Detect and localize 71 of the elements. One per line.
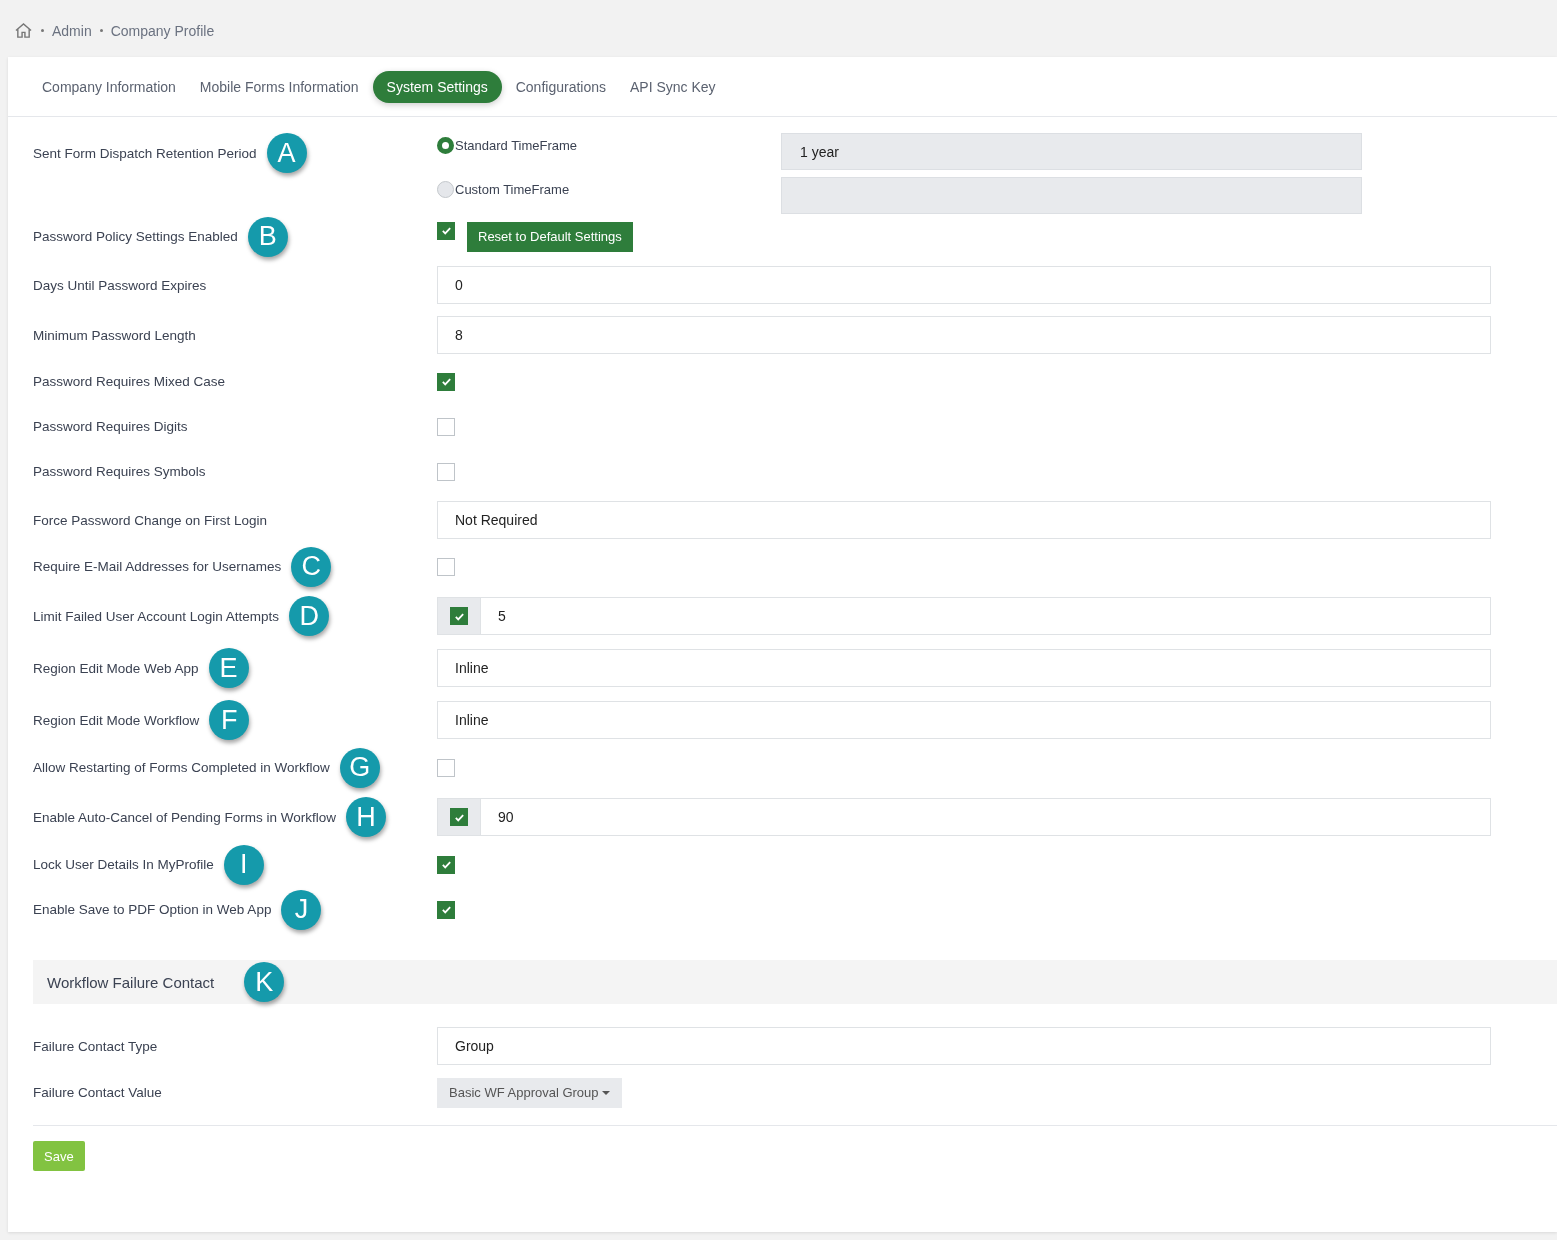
check-icon	[440, 376, 452, 387]
input-value: 90	[497, 808, 514, 827]
input-field[interactable]: 1 year	[781, 133, 1362, 170]
setting-label: Password Policy Settings Enabled	[33, 229, 238, 244]
setting-label: Failure Contact Value	[33, 1085, 162, 1100]
input-field[interactable]: 0	[437, 266, 1491, 304]
letter-marker: D	[289, 596, 330, 636]
checkbox[interactable]	[437, 557, 455, 576]
input-field[interactable]: Group	[437, 1027, 1491, 1065]
checkbox[interactable]	[437, 417, 455, 436]
letter-marker: B	[247, 216, 288, 257]
setting-label: Force Password Change on First Login	[33, 512, 268, 528]
check-icon	[440, 859, 452, 870]
caret-icon	[601, 1090, 610, 1095]
setting-label: Sent Form Dispatch Retention Period	[33, 145, 257, 161]
checkbox[interactable]	[450, 808, 468, 826]
tab[interactable]: API Sync Key	[620, 70, 726, 103]
breadcrumb-link[interactable]: Admin	[52, 22, 92, 39]
input-field[interactable]: Not Required	[437, 501, 1491, 539]
setting-label: Limit Failed User Account Login Attempts	[33, 608, 280, 624]
letter-marker: J	[281, 889, 322, 930]
option-label: Standard TimeFrame	[455, 138, 578, 153]
checkbox[interactable]	[437, 900, 455, 919]
letter-marker: I	[223, 844, 264, 885]
radio-button[interactable]	[437, 181, 454, 198]
input-field[interactable]	[781, 177, 1362, 214]
setting-label: Minimum Password Length	[33, 327, 196, 343]
setting-label: Require E-Mail Addresses for Usernames	[33, 559, 282, 574]
checkbox[interactable]	[437, 758, 455, 777]
letter-marker: E	[208, 648, 249, 688]
letter-marker: A	[266, 133, 307, 173]
input-value: 5	[497, 607, 506, 626]
checkbox[interactable]	[437, 372, 455, 391]
letter-marker: G	[339, 747, 380, 788]
input-field[interactable]: Inline	[437, 701, 1491, 739]
checkbox[interactable]	[437, 221, 455, 240]
setting-label: Failure Contact Type	[33, 1038, 158, 1054]
checkbox[interactable]	[450, 607, 468, 625]
check-icon	[440, 225, 452, 236]
setting-label: Allow Restarting of Forms Completed in Workflow	[33, 760, 330, 775]
breadcrumb-link[interactable]: Company Profile	[110, 22, 215, 39]
home-icon[interactable]	[14, 22, 33, 39]
option-label: Custom TimeFrame	[455, 182, 570, 197]
letter-marker: F	[209, 700, 250, 740]
checkbox[interactable]	[437, 462, 455, 481]
dropdown-button[interactable]: Basic WF Approval Group	[437, 1077, 622, 1108]
letter-marker: H	[345, 797, 386, 837]
tab[interactable]: Mobile Forms Information	[189, 70, 369, 103]
setting-label: Password Requires Symbols	[33, 464, 206, 479]
checkbox[interactable]	[437, 855, 455, 874]
input-group[interactable]: 5	[437, 597, 1491, 635]
letter-marker: K	[244, 962, 285, 1002]
setting-label: Password Requires Mixed Case	[33, 374, 226, 389]
tab[interactable]: System Settings	[372, 70, 502, 103]
setting-label: Password Requires Digits	[33, 419, 188, 434]
setting-label: Days Until Password Expires	[33, 277, 207, 293]
reset-button[interactable]: Reset to Default Settings	[467, 221, 633, 252]
check-icon	[440, 904, 452, 915]
tab[interactable]: Configurations	[505, 70, 616, 103]
input-field[interactable]: Inline	[437, 649, 1491, 687]
setting-label: Region Edit Mode Workflow	[33, 712, 200, 728]
setting-label: Lock User Details In MyProfile	[33, 857, 214, 872]
input-field[interactable]: 8	[437, 316, 1491, 354]
tab[interactable]: Company Information	[32, 70, 186, 103]
radio-button[interactable]	[437, 137, 454, 154]
input-group[interactable]: 90	[437, 798, 1491, 836]
setting-label: Enable Auto-Cancel of Pending Forms in Workflow	[33, 809, 336, 825]
letter-marker: C	[291, 546, 332, 587]
setting-label: Region Edit Mode Web App	[33, 660, 199, 676]
setting-label: Enable Save to PDF Option in Web App	[33, 902, 272, 917]
section-title: Workflow Failure Contact	[47, 973, 215, 991]
